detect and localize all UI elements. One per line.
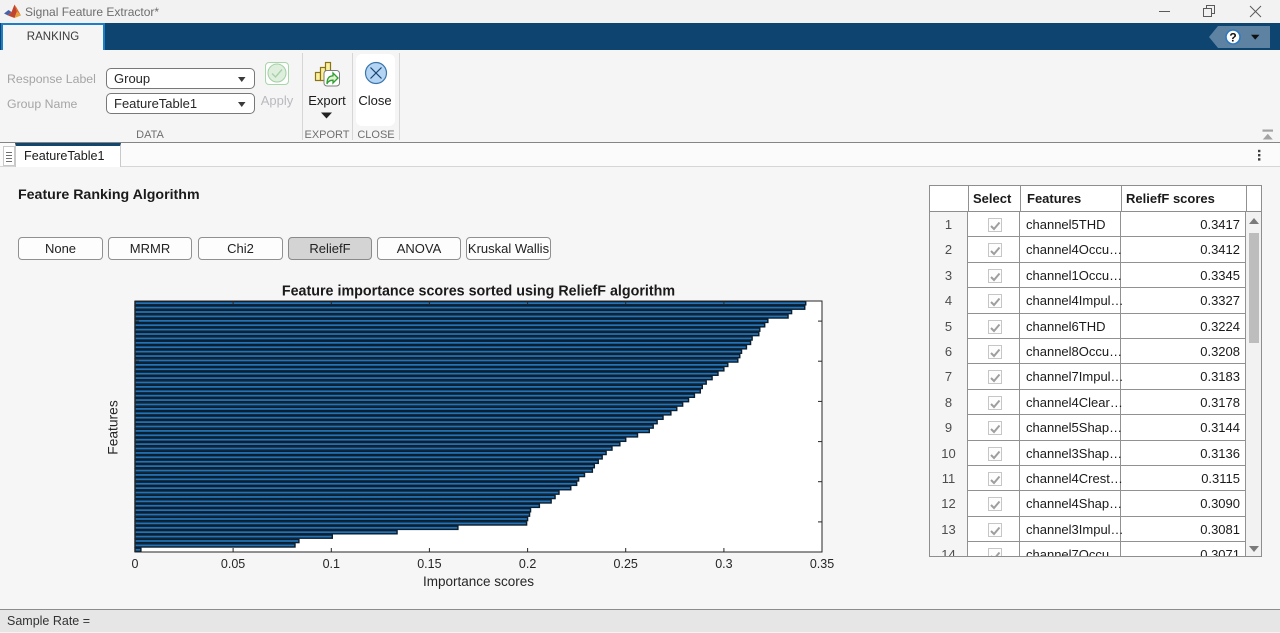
svg-text:0.2: 0.2 — [519, 557, 536, 571]
svg-text:0.15: 0.15 — [417, 557, 441, 571]
svg-text:?: ? — [1229, 31, 1236, 45]
svg-text:0.35: 0.35 — [810, 557, 834, 571]
svg-text:0.05: 0.05 — [221, 557, 245, 571]
svg-text:Features: Features — [106, 400, 121, 455]
svg-text:0.3: 0.3 — [715, 557, 732, 571]
svg-text:0.25: 0.25 — [614, 557, 638, 571]
svg-text:0: 0 — [132, 557, 139, 571]
svg-text:Importance scores: Importance scores — [423, 574, 534, 589]
svg-text:Feature importance scores sort: Feature importance scores sorted using R… — [282, 284, 675, 300]
svg-text:0.1: 0.1 — [323, 557, 340, 571]
